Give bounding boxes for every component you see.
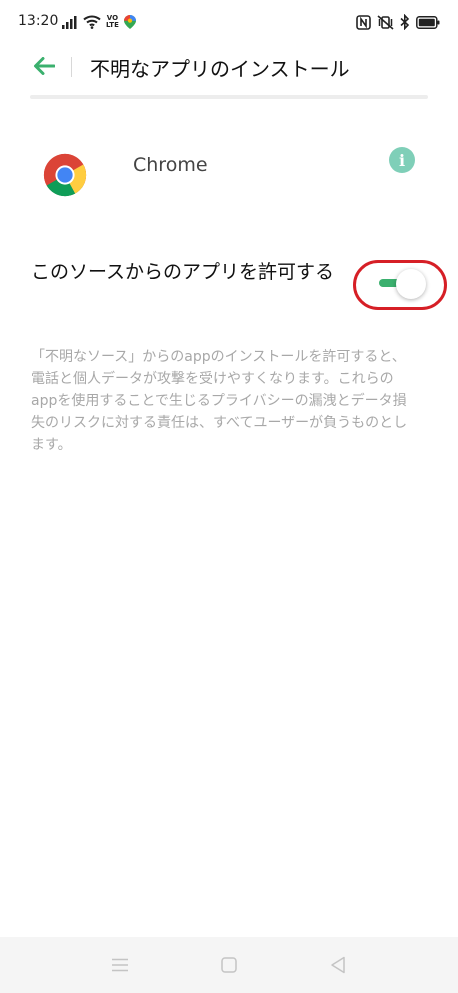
chrome-icon: [43, 153, 87, 197]
maps-notification-icon: [123, 15, 136, 29]
warning-text: 「不明なソース」からのappのインストールを許可すると、電話と個人データが攻撃を…: [31, 349, 408, 453]
back-arrow-icon: [34, 57, 55, 75]
vibrate-icon: [377, 14, 394, 30]
menu-button[interactable]: [108, 953, 132, 977]
status-bar: 13:20 VO LTE: [0, 0, 458, 44]
navigation-bar: [0, 937, 458, 993]
allow-source-label: このソースからのアプリを許可する: [31, 261, 335, 283]
toggle-knob: [396, 269, 426, 299]
page-title: 不明なアプリのインストール: [90, 57, 350, 81]
back-nav-button[interactable]: [326, 953, 350, 977]
back-button[interactable]: [30, 52, 58, 80]
signal-icon: [62, 16, 77, 29]
app-name: Chrome: [133, 154, 208, 176]
back-icon: [331, 956, 345, 974]
header-divider: [71, 57, 72, 77]
bluetooth-icon: [400, 14, 410, 30]
app-info-row: Chrome i: [0, 130, 458, 220]
info-icon[interactable]: i: [389, 147, 415, 173]
allow-source-row[interactable]: このソースからのアプリを許可する: [0, 255, 458, 325]
allow-source-toggle[interactable]: [377, 267, 429, 301]
nfc-icon: [356, 14, 371, 30]
menu-icon: [112, 958, 128, 972]
app-bar: 不明なアプリのインストール: [0, 44, 458, 94]
home-icon: [221, 957, 237, 973]
battery-icon: [416, 15, 440, 29]
header-divider-line: [30, 95, 428, 99]
home-button[interactable]: [217, 953, 241, 977]
volte-icon: VO LTE: [106, 14, 119, 29]
status-right-icons: [356, 12, 440, 32]
status-left-icons: VO LTE: [62, 12, 136, 32]
wifi-icon: [83, 15, 101, 29]
status-time: 13:20: [18, 13, 59, 29]
